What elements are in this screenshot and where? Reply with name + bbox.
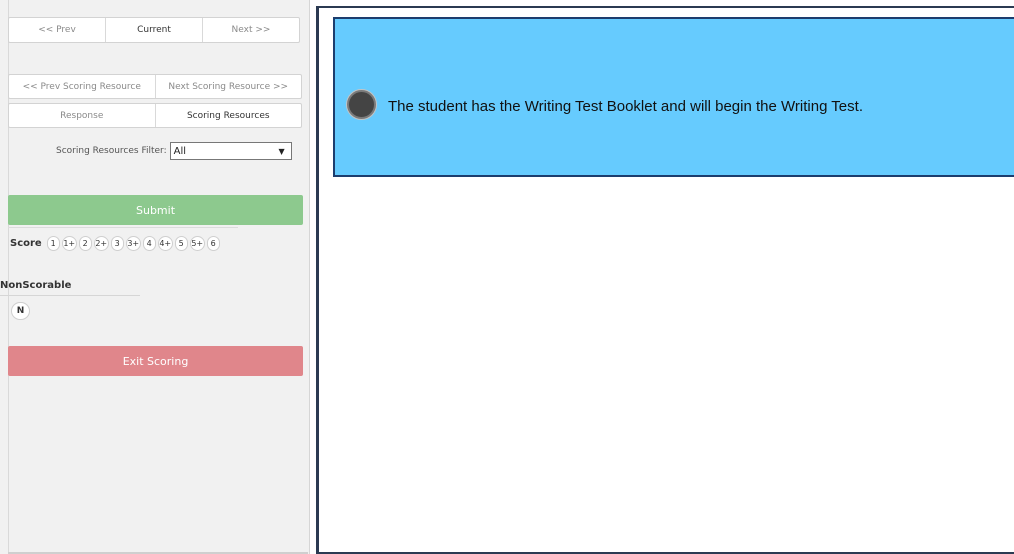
scoring-resources-filter: Scoring Resources Filter: All ▼ [56,142,292,160]
score-option-1-plus[interactable]: 1+ [61,236,77,251]
scoring-resource-navigation: << Prev Scoring Resource Next Scoring Re… [8,74,302,99]
tab-response[interactable]: Response [9,104,156,127]
score-option-3[interactable]: 3 [110,236,124,251]
current-button[interactable]: Current [106,18,203,42]
next-scoring-resource-button[interactable]: Next Scoring Resource >> [156,75,302,98]
option-text: The student has the Writing Test Booklet… [388,98,863,115]
score-option-4-plus[interactable]: 4+ [157,236,173,251]
prev-button[interactable]: << Prev [9,18,106,42]
tab-scoring-resources[interactable]: Scoring Resources [156,104,302,127]
item-content-frame: The student has the Writing Test Booklet… [316,6,1014,554]
score-option-3-plus[interactable]: 3+ [125,236,141,251]
filter-select[interactable]: All ▼ [169,142,292,160]
dropdown-arrow-icon: ▼ [278,146,285,156]
score-option-5[interactable]: 5 [174,236,188,251]
nonscorable-label: NonScorable [0,280,72,291]
nonscorable-option-n[interactable]: N [11,302,30,320]
score-option-5-plus[interactable]: 5+ [189,236,205,251]
filter-label: Scoring Resources Filter: [56,146,167,156]
prev-scoring-resource-button[interactable]: << Prev Scoring Resource [9,75,156,98]
score-row: Score 1 1+ 2 2+ 3 3+ 4 4+ 5 5+ 6 [10,236,222,251]
score-option-2[interactable]: 2 [78,236,92,251]
radio-button-selected[interactable] [347,90,376,119]
score-option-1[interactable]: 1 [46,236,60,251]
submit-button[interactable]: Submit [8,195,303,225]
score-label: Score [10,238,42,249]
filter-selected-value: All [173,145,187,157]
score-option-4[interactable]: 4 [142,236,156,251]
exit-scoring-button[interactable]: Exit Scoring [8,346,303,376]
response-option-box: The student has the Writing Test Booklet… [333,17,1014,177]
next-button[interactable]: Next >> [203,18,299,42]
scoring-panel: << Prev Current Next >> << Prev Scoring … [0,0,310,554]
divider [8,227,238,228]
score-option-6[interactable]: 6 [206,236,220,251]
score-option-2-plus[interactable]: 2+ [93,236,109,251]
response-navigation: << Prev Current Next >> [8,17,300,43]
panel-tabs: Response Scoring Resources [8,103,302,128]
divider [0,295,140,296]
